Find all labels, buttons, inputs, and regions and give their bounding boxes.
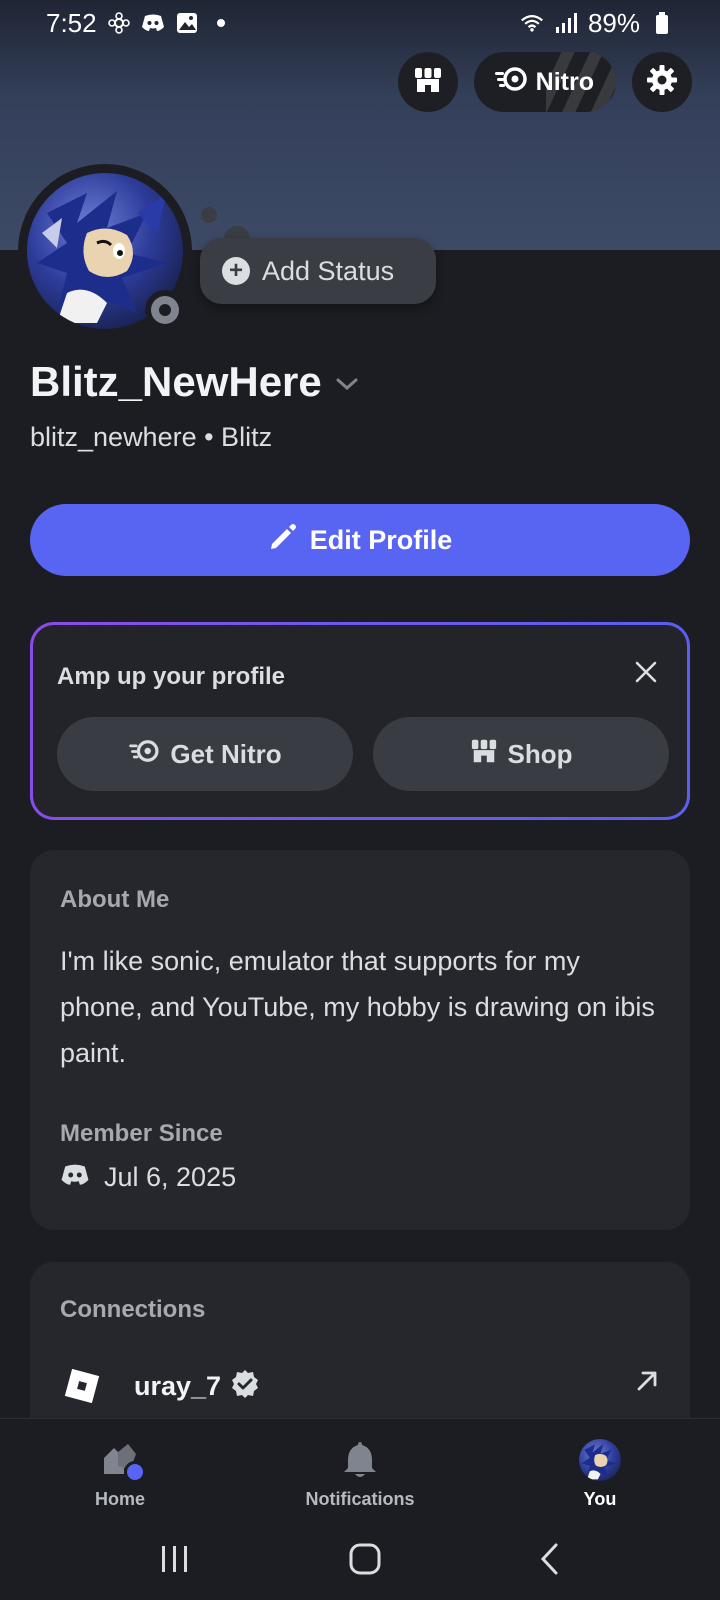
nitro-label: Nitro [535,67,594,96]
nav-you-label: You [583,1489,617,1509]
status-left: 7:52 [46,8,233,39]
plus-icon: + [222,257,250,285]
get-nitro-label: Get Nitro [170,738,282,769]
shop-label: Shop [507,738,573,769]
battery-percent: 89% [587,7,640,38]
display-name-switcher[interactable]: Blitz_NewHere [30,358,358,406]
edit-profile-button[interactable]: Edit Profile [30,504,690,576]
bell-icon [338,1439,382,1481]
pencil-icon [268,522,298,559]
member-since-heading: Member Since [60,1120,223,1147]
add-status-button[interactable]: + Add Status [200,238,436,304]
connections-heading: Connections [60,1296,206,1323]
thought-bubble-dot [201,207,217,223]
settings-flower-icon [107,11,131,35]
offline-status-icon [151,296,179,324]
amp-card-body: Amp up your profile Get Nitro Shop [33,625,687,817]
signal-icon [554,11,578,35]
nav-you[interactable]: You [520,1439,680,1510]
nitro-button[interactable]: Nitro [473,52,616,112]
get-nitro-button[interactable]: Get Nitro [57,717,353,791]
dot-icon [209,11,233,35]
header-actions: Nitro [397,52,692,112]
home-system-icon[interactable] [348,1542,382,1581]
member-since-date: Jul 6, 2025 [104,1162,237,1192]
bottom-navigation: Home Notifications You [0,1418,720,1600]
shop-button[interactable] [397,52,458,112]
status-bar: 7:52 89% [0,0,720,46]
system-navigation-bar [0,1531,720,1591]
shop-icon [470,737,498,772]
discord-icon [60,1162,90,1193]
close-button[interactable] [629,657,663,691]
about-card: About Me I'm like sonic, emulator that s… [30,850,690,1230]
about-me-text: I'm like sonic, emulator that supports f… [60,946,655,1068]
settings-gear-icon [646,64,678,101]
roblox-icon [60,1364,104,1408]
battery-icon [650,11,674,35]
chevron-down-icon [336,370,358,398]
display-name: Blitz_NewHere [30,358,322,405]
notification-dot [124,1461,146,1483]
user-avatar-icon [578,1439,622,1481]
verified-badge-icon [229,1368,261,1405]
presence-indicator [145,290,185,330]
shop-icon [413,65,443,100]
external-link-icon[interactable] [634,1368,660,1399]
add-status-label: Add Status [262,255,395,286]
home-servers-icon [98,1439,146,1483]
username-handle: blitz_newhere • Blitz [30,422,273,452]
back-icon[interactable] [538,1542,562,1581]
nav-home[interactable]: Home [40,1439,200,1510]
status-time: 7:52 [46,7,97,38]
image-icon [175,11,199,35]
nav-notifications-label: Notifications [305,1489,415,1509]
amp-card-title: Amp up your profile [57,663,285,690]
nitro-icon [128,739,160,770]
recent-apps-icon[interactable] [158,1544,192,1579]
wifi-icon [520,11,544,35]
member-since-row: Jul 6, 2025 [60,1162,236,1193]
nitro-icon [494,66,528,99]
nav-notifications[interactable]: Notifications [280,1439,440,1510]
about-me-heading: About Me [60,886,170,913]
connection-item[interactable]: uray_7 [60,1358,660,1414]
shop-button[interactable]: Shop [373,717,669,791]
amp-profile-card: Amp up your profile Get Nitro Shop [30,622,690,820]
discord-icon [141,11,165,35]
close-icon [634,660,658,689]
edit-profile-label: Edit Profile [309,524,453,555]
you-avatar-image [579,1439,621,1481]
status-right: 89% [520,8,674,39]
connection-name: uray_7 [134,1370,222,1401]
settings-button[interactable] [632,52,692,112]
nav-home-label: Home [94,1489,145,1509]
